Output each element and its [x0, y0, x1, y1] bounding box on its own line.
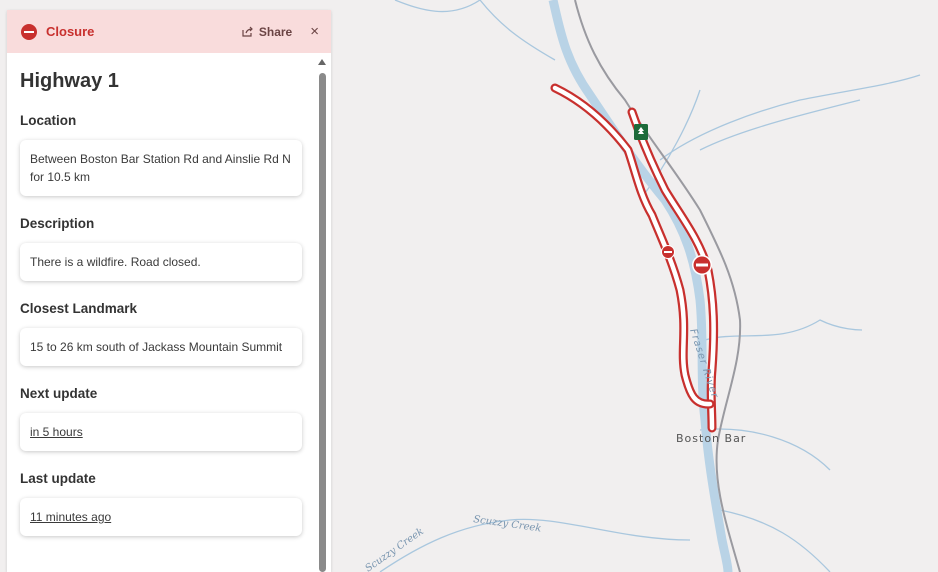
- closure-marker-small[interactable]: [661, 245, 675, 259]
- last-update-label: Last update: [20, 471, 96, 486]
- panel-type-title: Closure: [46, 24, 95, 39]
- share-label: Share: [258, 24, 293, 39]
- share-icon: [242, 26, 253, 37]
- creek-label: Scuzzy Creek: [473, 514, 542, 534]
- closure-marker-large[interactable]: [692, 255, 712, 275]
- scrollbar-thumb[interactable]: [319, 73, 326, 572]
- location-label: Location: [20, 113, 77, 128]
- location-card: Between Boston Bar Station Rd and Ainsli…: [20, 140, 302, 196]
- stream: [704, 319, 863, 341]
- next-update-label: Next update: [20, 386, 98, 401]
- highway-shield-icon[interactable]: [634, 124, 648, 140]
- panel-body: Highway 1 Location Between Boston Bar St…: [7, 53, 315, 572]
- description-card: There is a wildfire. Road closed.: [20, 243, 302, 281]
- stream: [479, 0, 556, 61]
- panel-header: Closure Share ×: [7, 10, 331, 53]
- road-title: Highway 1: [20, 70, 119, 92]
- last-update-card: 11 minutes ago: [20, 498, 302, 536]
- share-button[interactable]: Share: [242, 25, 292, 39]
- description-value: There is a wildfire. Road closed.: [30, 255, 201, 269]
- stream: [394, 0, 481, 13]
- next-update-card: in 5 hours: [20, 413, 302, 451]
- landmark-label: Closest Landmark: [20, 301, 138, 316]
- town-label: Boston Bar: [676, 432, 747, 445]
- next-update-link[interactable]: in 5 hours: [30, 425, 83, 439]
- close-icon[interactable]: ×: [310, 23, 319, 40]
- fraser-river: [548, 0, 733, 572]
- description-label: Description: [20, 216, 95, 231]
- closure-icon: [21, 23, 37, 40]
- panel-scrollbar[interactable]: [317, 57, 327, 572]
- scroll-up-arrow-icon[interactable]: [318, 59, 326, 65]
- landmark-value: 15 to 26 km south of Jackass Mountain Su…: [30, 340, 283, 354]
- last-update-link[interactable]: 11 minutes ago: [30, 510, 111, 524]
- landmark-card: 15 to 26 km south of Jackass Mountain Su…: [20, 328, 302, 366]
- closure-detail-panel: Closure Share × Highway 1 Location Betwe…: [7, 10, 331, 572]
- location-value: Between Boston Bar Station Rd and Ainsli…: [30, 152, 291, 184]
